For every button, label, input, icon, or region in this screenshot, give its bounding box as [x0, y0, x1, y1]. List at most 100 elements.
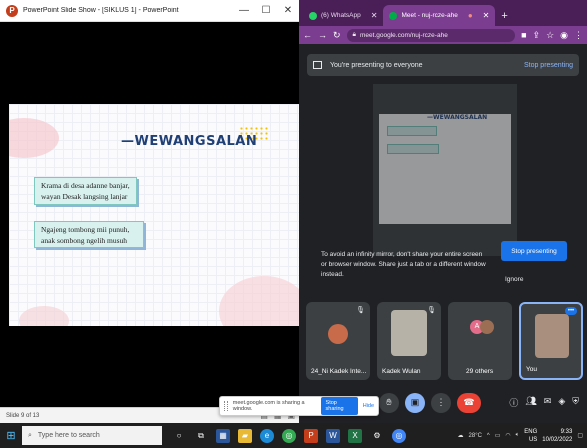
clock-date: 10/02/2022 — [542, 436, 573, 443]
ppt-window-title: PowerPoint Slide Show - [SIKLUS 1] - Pow… — [23, 7, 179, 14]
notifications-icon[interactable]: ▢ — [577, 432, 583, 439]
battery-icon[interactable]: ▭ — [495, 432, 501, 439]
participant-name: 24_Ni Kadek Inte... — [311, 368, 367, 375]
settings-icon[interactable]: ⚙︎ — [370, 429, 384, 443]
bookmark-star-icon[interactable]: ☆ — [546, 30, 554, 41]
lock-icon: 🔒︎ — [352, 31, 357, 38]
menu-icon[interactable]: ⋮ — [574, 30, 583, 41]
infinity-mirror-warning: To avoid an infinity mirror, don't share… — [321, 250, 499, 280]
people-icon[interactable]: 👥︎ — [525, 396, 536, 409]
right-controls: ⓘ 👥︎ ✉︎ ◈ ⛨ — [509, 396, 579, 409]
volume-icon[interactable]: 🔈︎ — [516, 432, 520, 439]
desktop: P PowerPoint Slide Show - [SIKLUS 1] - P… — [0, 0, 587, 448]
taskbar: ⊞ ⌕ Type here to search ○ ⧉ ▦ ▰ e ◎ P W … — [0, 423, 587, 448]
calendar-icon[interactable]: ▦ — [216, 428, 230, 443]
leave-call-icon[interactable]: ☎︎ — [457, 392, 481, 413]
maximize-button[interactable]: ☐ — [255, 5, 277, 16]
clock-time: 9:33 — [560, 428, 573, 435]
taskbar-apps: ○ ⧉ ▦ ▰ e ◎ P W X ⚙︎ ◎ — [172, 428, 406, 443]
taskbar-search[interactable]: ⌕ Type here to search — [22, 426, 162, 445]
activities-icon[interactable]: ◈ — [558, 396, 565, 409]
tab-meet[interactable]: Meet - nuj-rcze-ahe ● ✕ — [383, 5, 496, 26]
minimize-button[interactable]: — — [233, 5, 255, 16]
meet-content: You're presenting to everyone Stop prese… — [299, 44, 587, 423]
url-text: meet.google.com/nuj-rcze-ahe — [360, 31, 448, 39]
chat-icon[interactable]: ✉︎ — [544, 396, 552, 409]
participant-tile[interactable]: A 29 others — [448, 302, 512, 380]
host-controls-icon[interactable]: ⛨ — [572, 396, 579, 409]
whatsapp-icon — [309, 11, 317, 20]
avatar — [480, 320, 494, 334]
back-icon[interactable]: ← — [303, 30, 312, 40]
ppt-titlebar: P PowerPoint Slide Show - [SIKLUS 1] - P… — [0, 0, 299, 22]
task-view-icon[interactable]: ⧉ — [194, 429, 208, 443]
close-button[interactable]: ✕ — [277, 5, 299, 16]
close-tab-icon[interactable]: ✕ — [483, 11, 490, 20]
powerpoint-window: P PowerPoint Slide Show - [SIKLUS 1] - P… — [0, 0, 299, 423]
shared-screen-preview: —WEWANGSALAN — [373, 84, 517, 256]
chevron-up-icon[interactable]: ^ — [487, 433, 490, 439]
forward-icon[interactable]: → — [318, 30, 327, 40]
edge-icon[interactable]: e — [260, 428, 274, 443]
more-icon[interactable]: ⋮ — [431, 392, 451, 413]
participant-tile[interactable]: 🎙︎ 24_Ni Kadek Inte... — [306, 302, 370, 380]
sharing-notification: meet.google.com is sharing a window. Sto… — [219, 396, 379, 416]
word-icon[interactable]: W — [326, 428, 340, 443]
hand-raise-icon[interactable]: ✋︎ — [379, 392, 399, 413]
cortana-icon[interactable]: ○ — [172, 429, 186, 443]
share-icon[interactable]: ⇪ — [533, 30, 541, 41]
tab-label: Meet - nuj-rcze-ahe — [401, 12, 458, 19]
camera-icon[interactable]: ■ — [521, 30, 526, 40]
search-icon: ⌕ — [28, 431, 32, 439]
presenting-text: You're presenting to everyone — [330, 61, 423, 69]
excel-icon[interactable]: X — [348, 428, 362, 443]
windows-start-icon[interactable]: ⊞ — [0, 429, 22, 442]
participant-tile[interactable]: 🎙︎ Kadek Wulan — [377, 302, 441, 380]
search-placeholder: Type here to search — [37, 432, 100, 439]
chrome-alt-icon[interactable]: ◎ — [392, 428, 406, 443]
preview-overlay — [373, 84, 517, 256]
tab-whatsapp[interactable]: (6) WhatsApp ✕ — [303, 5, 383, 26]
video-feed — [391, 310, 427, 356]
drag-handle[interactable] — [224, 401, 228, 411]
file-explorer-icon[interactable]: ▰ — [238, 428, 252, 443]
mic-off-icon: 🎙︎ — [356, 307, 365, 314]
banner-stop-presenting-button[interactable]: Stop presenting — [524, 62, 573, 69]
stop-sharing-button[interactable]: Stop sharing — [320, 397, 358, 415]
warning-line: instead. — [321, 271, 344, 278]
participant-tile-self[interactable]: ••• You — [519, 302, 583, 380]
ignore-button[interactable]: Ignore — [505, 276, 523, 283]
lang-indicator[interactable]: ENG US — [524, 428, 537, 444]
avatar — [328, 324, 348, 344]
text-box-line: wayan Desak langsing lanjar — [41, 192, 128, 201]
mic-off-icon: 🎙︎ — [427, 307, 436, 314]
participant-name: Kadek Wulan — [382, 368, 421, 375]
slide-counter: Slide 9 of 13 — [6, 412, 40, 419]
chrome-icon[interactable]: ◎ — [282, 428, 296, 443]
presenting-banner: You're presenting to everyone Stop prese… — [307, 54, 579, 76]
tab-label: (6) WhatsApp — [321, 12, 361, 19]
warning-line: or browser window. Share just a tab or a… — [321, 261, 486, 268]
address-bar: ← → ↻ 🔒︎ meet.google.com/nuj-rcze-ahe ■ … — [299, 26, 587, 44]
reload-icon[interactable]: ↻ — [333, 30, 341, 41]
lang-code: ENG — [524, 428, 538, 435]
url-field[interactable]: 🔒︎ meet.google.com/nuj-rcze-ahe — [346, 28, 516, 42]
clock[interactable]: 9:33 10/02/2022 — [542, 428, 572, 444]
recording-dot-icon: ● — [467, 11, 473, 20]
info-icon[interactable]: ⓘ — [509, 396, 518, 409]
hide-button[interactable]: Hide — [363, 403, 374, 409]
video-feed — [535, 314, 569, 358]
chrome-window: (6) WhatsApp ✕ Meet - nuj-rcze-ahe ● ✕ +… — [299, 0, 587, 423]
stop-presenting-button[interactable]: Stop presenting — [501, 241, 567, 261]
tab-bar: (6) WhatsApp ✕ Meet - nuj-rcze-ahe ● ✕ + — [299, 0, 587, 26]
new-tab-button[interactable]: + — [501, 10, 507, 22]
participant-name: 29 others — [466, 368, 494, 375]
profile-avatar[interactable]: ◉ — [560, 30, 568, 41]
temperature[interactable]: 28°C — [469, 433, 482, 439]
wifi-icon[interactable]: ◠ — [505, 432, 510, 439]
text-box-line: Ngajeng tombong mii punuh, — [41, 225, 130, 234]
powerpoint-icon[interactable]: P — [304, 428, 318, 443]
weather-icon[interactable]: ☁︎ — [458, 432, 464, 439]
close-tab-icon[interactable]: ✕ — [371, 11, 378, 20]
present-now-icon[interactable]: ▣ — [405, 392, 425, 413]
